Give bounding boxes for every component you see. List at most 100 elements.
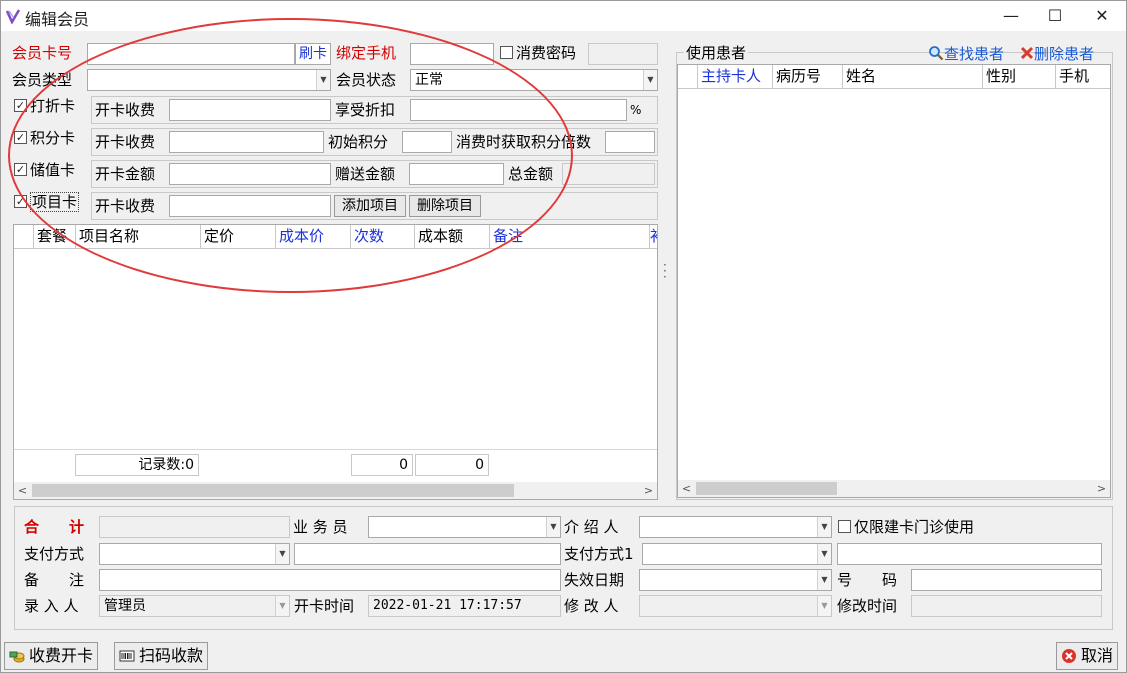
grid-col-name[interactable]: 姓名	[843, 65, 983, 88]
discount-rate-input[interactable]	[410, 99, 627, 121]
chevron-down-icon: ▼	[546, 517, 560, 537]
pay-method-extra-input[interactable]	[294, 543, 561, 565]
points-fee-label: 开卡收费	[95, 133, 156, 151]
charge-open-card-button[interactable]: 收费开卡	[4, 642, 99, 670]
scan-pay-button[interactable]: 扫码收款	[114, 642, 209, 670]
total-label: 合 计	[24, 518, 85, 536]
items-grid[interactable]: 套餐 项目名称 定价 成本价 次数 成本额 备注 补 记录数:0 0 0 < >	[13, 224, 658, 500]
member-type-select[interactable]: ▼	[87, 69, 331, 91]
discount-card-panel: 开卡收费 享受折扣 %	[91, 96, 658, 124]
expire-date-picker[interactable]: ▼	[639, 569, 832, 591]
delete-project-button[interactable]: 删除项目	[409, 195, 481, 217]
open-time-value: 2022-01-21 17:17:57	[368, 595, 561, 617]
pay-method-label: 支付方式	[24, 545, 85, 563]
swipe-card-button[interactable]: 刷卡	[295, 43, 331, 65]
minimize-button[interactable]: —	[988, 1, 1034, 31]
clinic-only-checkbox[interactable]	[838, 520, 851, 533]
points-fee-input[interactable]	[169, 131, 324, 153]
window-title: 编辑会员	[25, 10, 90, 29]
entered-by-value: 管理员	[104, 598, 146, 614]
grid-col-item-name[interactable]: 项目名称	[76, 225, 201, 248]
close-button[interactable]: ✕	[1079, 1, 1125, 31]
stored-card-checkbox[interactable]: ✓	[14, 163, 27, 176]
number-input[interactable]	[911, 569, 1102, 591]
grid-col-count[interactable]: 次数	[351, 225, 415, 248]
consume-password-input[interactable]	[588, 43, 658, 65]
stored-card-panel: 开卡金额 赠送金额 总金额	[91, 160, 658, 188]
title-bar: 编辑会员 — ☐ ✕	[1, 1, 1126, 31]
delete-patient-button[interactable]: 删除患者	[1020, 43, 1094, 63]
chevron-down-icon: ▼	[817, 544, 831, 564]
grid-col-remark[interactable]: 备注	[490, 225, 650, 248]
grid-col-record-no[interactable]: 病历号	[773, 65, 843, 88]
member-status-select[interactable]: 正常 ▼	[410, 69, 658, 91]
patients-grid-hscroll[interactable]: < >	[678, 480, 1110, 497]
bind-phone-label: 绑定手机	[336, 44, 397, 62]
stored-amount-input[interactable]	[169, 163, 331, 185]
project-card-checkbox[interactable]: ✓	[14, 195, 27, 208]
points-multiplier-label: 消费时获取积分倍数	[456, 133, 592, 151]
patients-grid[interactable]: 主持卡人 病历号 姓名 性别 手机 < >	[677, 64, 1111, 498]
scroll-right-icon[interactable]: >	[640, 482, 657, 499]
scroll-thumb[interactable]	[32, 484, 514, 497]
grid-col-mobile[interactable]: 手机	[1056, 65, 1110, 88]
grid-col-price[interactable]: 定价	[201, 225, 276, 248]
bind-phone-input[interactable]	[410, 43, 494, 65]
chevron-down-icon: ▼	[817, 570, 831, 590]
project-fee-label: 开卡收费	[95, 197, 156, 215]
scroll-left-icon[interactable]: <	[678, 480, 695, 497]
scroll-right-icon[interactable]: >	[1093, 480, 1110, 497]
discount-fee-input[interactable]	[169, 99, 331, 121]
stored-card-label: 储值卡	[30, 161, 76, 179]
entered-by-select: 管理员 ▼	[99, 595, 290, 617]
member-status-label: 会员状态	[336, 71, 397, 89]
points-card-label: 积分卡	[30, 129, 76, 147]
card-no-input[interactable]	[87, 43, 295, 65]
points-multiplier-input[interactable]	[605, 131, 655, 153]
barcode-icon	[119, 650, 135, 662]
grid-col-cost-amount[interactable]: 成本额	[415, 225, 490, 248]
total-input	[99, 516, 290, 538]
gift-amount-label: 赠送金额	[335, 165, 396, 183]
grid-col-indicator	[678, 65, 698, 88]
grid-col-cost-price[interactable]: 成本价	[276, 225, 351, 248]
pay-method-select[interactable]: ▼	[99, 543, 290, 565]
find-patient-button[interactable]: 查找患者	[928, 43, 1004, 63]
referrer-label: 介 绍 人	[564, 518, 619, 536]
entered-by-label: 录 入 人	[24, 597, 79, 615]
scroll-thumb[interactable]	[696, 482, 837, 495]
cancel-button[interactable]: 取消	[1056, 642, 1119, 670]
grid-col-extra[interactable]: 补	[650, 225, 657, 248]
items-grid-hscroll[interactable]: < >	[14, 482, 657, 499]
add-project-button[interactable]: 添加项目	[334, 195, 406, 217]
discount-fee-label: 开卡收费	[95, 101, 156, 119]
gift-amount-input[interactable]	[409, 163, 504, 185]
initial-points-input[interactable]	[402, 131, 452, 153]
pay-method1-select[interactable]: ▼	[642, 543, 832, 565]
consume-password-label: 消费密码	[516, 44, 577, 62]
items-grid-footer-divider	[14, 449, 657, 450]
grid-col-primary-holder[interactable]: 主持卡人	[698, 65, 773, 88]
modified-by-label: 修 改 人	[564, 597, 619, 615]
discount-card-checkbox[interactable]: ✓	[14, 99, 27, 112]
grid-col-package[interactable]: 套餐	[34, 225, 76, 248]
remark-input[interactable]	[99, 569, 561, 591]
open-time-label: 开卡时间	[294, 597, 355, 615]
splitter-handle[interactable]: · · ·	[663, 259, 667, 283]
patients-grid-header: 主持卡人 病历号 姓名 性别 手机	[678, 65, 1110, 89]
points-card-checkbox[interactable]: ✓	[14, 131, 27, 144]
project-fee-input[interactable]	[169, 195, 331, 217]
sum-count: 0	[351, 454, 413, 476]
items-grid-header: 套餐 项目名称 定价 成本价 次数 成本额 备注 补	[14, 225, 657, 249]
grid-col-gender[interactable]: 性别	[983, 65, 1056, 88]
chevron-down-icon: ▼	[316, 70, 330, 90]
remark-label: 备 注	[24, 571, 85, 589]
scroll-left-icon[interactable]: <	[14, 482, 31, 499]
pay-method1-extra-input[interactable]	[837, 543, 1102, 565]
salesman-select[interactable]: ▼	[368, 516, 561, 538]
member-type-label: 会员类型	[12, 71, 73, 89]
maximize-button[interactable]: ☐	[1032, 1, 1078, 31]
consume-password-checkbox[interactable]	[500, 46, 513, 59]
referrer-select[interactable]: ▼	[639, 516, 832, 538]
discount-rate-label: 享受折扣	[335, 101, 396, 119]
